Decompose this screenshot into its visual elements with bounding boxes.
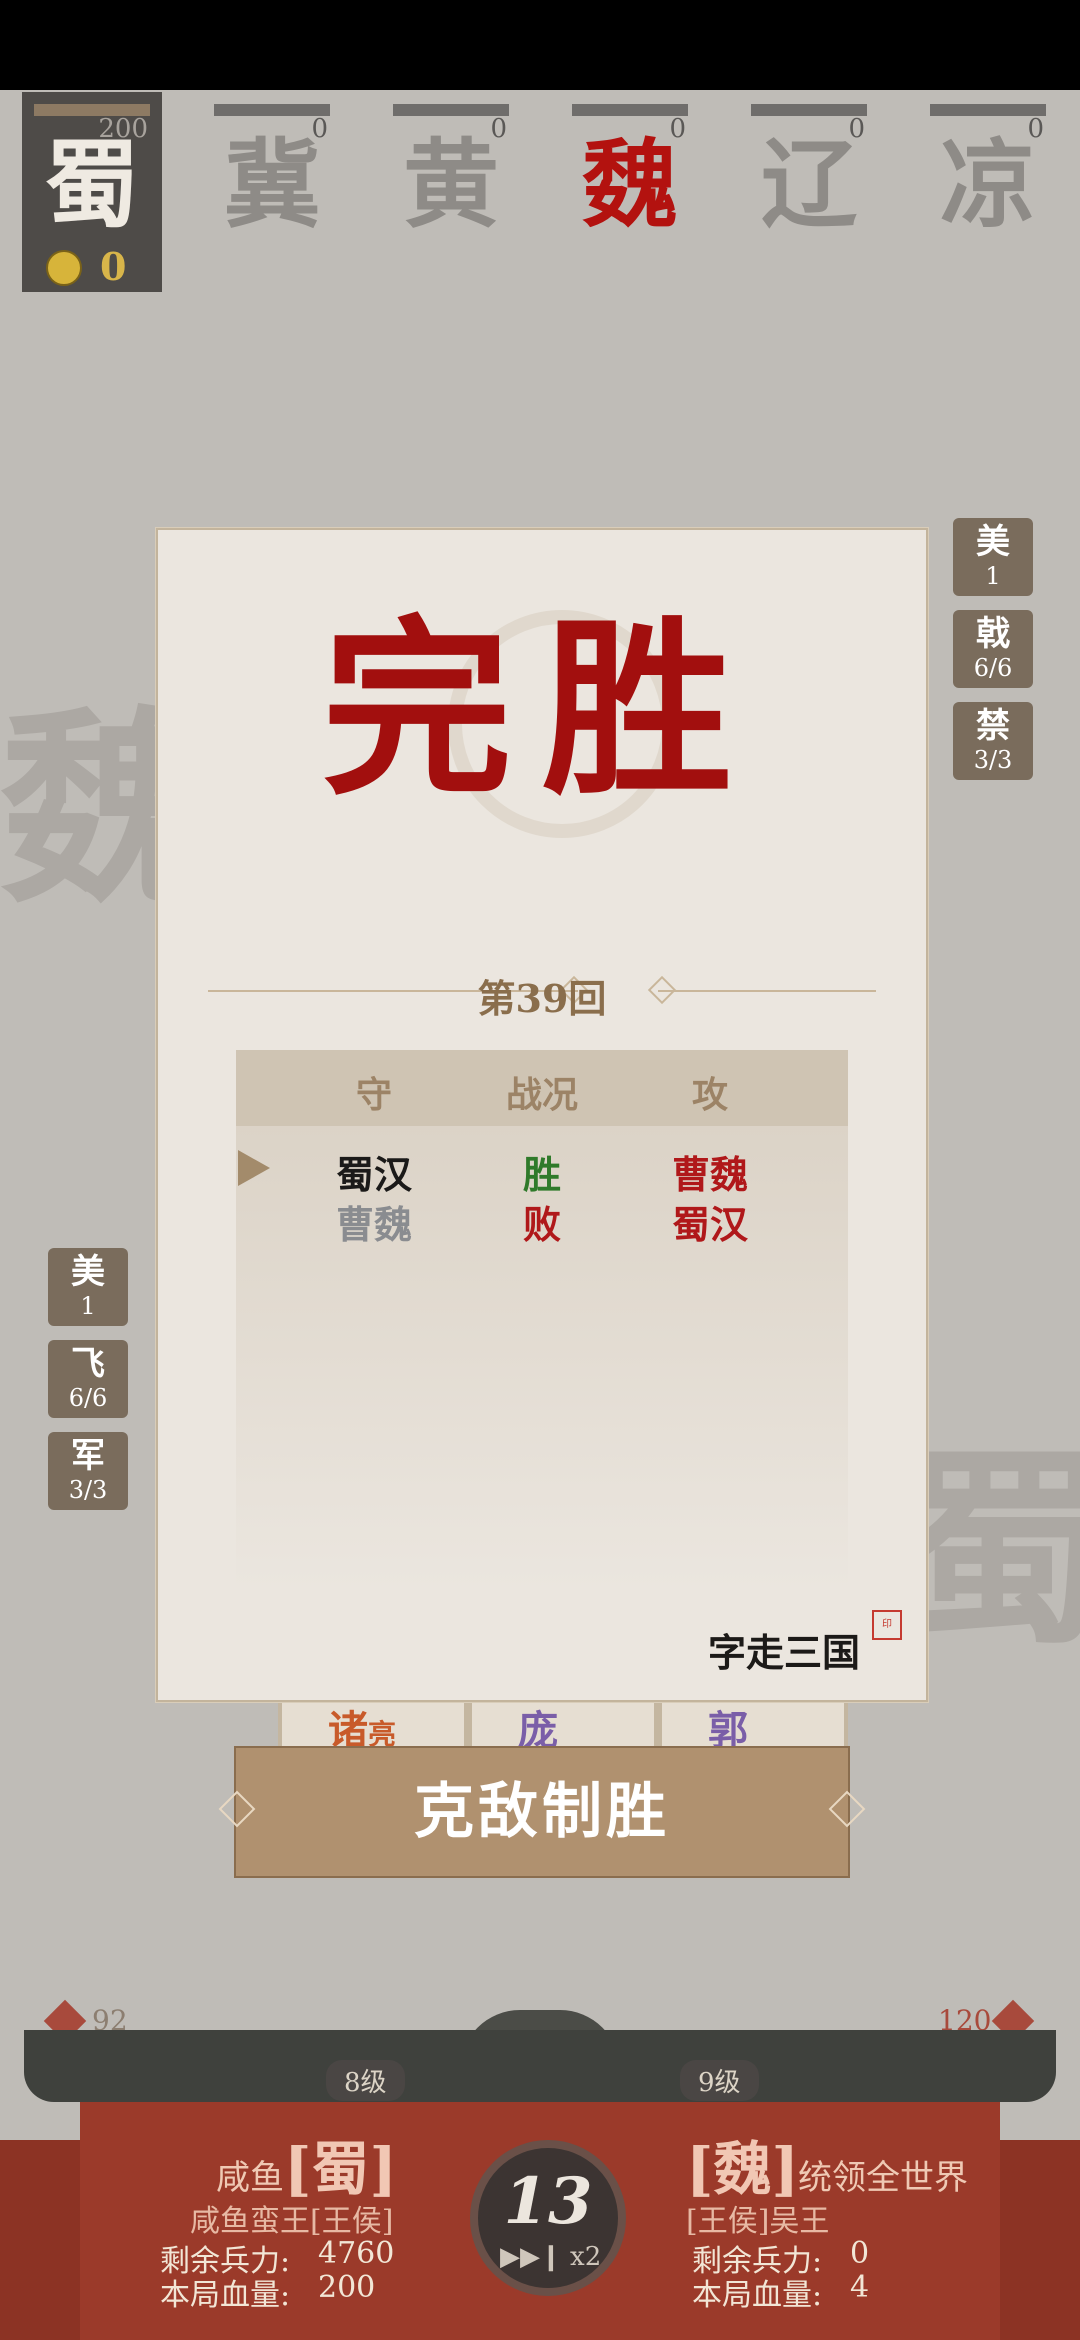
- right-player-title: [王侯]吴王: [686, 2204, 830, 2239]
- player-buff-tag[interactable]: 军 3/3: [48, 1432, 128, 1510]
- row-defend: 曹魏: [335, 1202, 412, 1247]
- current-row-arrow-icon: [238, 1150, 270, 1186]
- panel-side: [1000, 2140, 1080, 2340]
- speed-label: x2: [570, 2242, 602, 2272]
- diamond-ornament-icon: [828, 1790, 866, 1828]
- player-buff-tag[interactable]: 美 1: [48, 1248, 128, 1326]
- tag-value: 6/6: [973, 654, 1013, 682]
- tag-value: 3/3: [973, 746, 1013, 774]
- header-defend: 守: [355, 1074, 392, 1116]
- turn-number: 13: [503, 2164, 593, 2239]
- victory-dialog: 完胜 第39回 守 战况 攻 蜀汉 胜 曹魏 曹魏 败 蜀汉 字走三国 印: [156, 528, 928, 1702]
- confirm-victory-button[interactable]: 克敌制胜: [218, 1746, 866, 1878]
- tag-value: 1: [985, 562, 1001, 590]
- faction-tab-liang[interactable]: 0 凉: [918, 92, 1058, 292]
- tag-label: 军: [71, 1436, 105, 1476]
- tag-label: 美: [976, 522, 1010, 562]
- faction-name: 魏: [582, 128, 678, 241]
- tag-value: 6/6: [68, 1384, 108, 1412]
- right-hp-value: 4: [850, 2270, 870, 2305]
- tag-label: 戟: [976, 614, 1010, 654]
- left-level-badge: 8级: [326, 2060, 405, 2101]
- faction-name: 冀: [224, 128, 320, 241]
- header-attack: 攻: [691, 1074, 728, 1116]
- fast-forward-speed[interactable]: ▶▶❙ x2: [500, 2242, 601, 2272]
- row-defend: 蜀汉: [335, 1152, 412, 1197]
- right-level-badge: 9级: [680, 2060, 759, 2101]
- faction-tab-shu[interactable]: 200 蜀: [22, 92, 162, 292]
- button-label: 克敌制胜: [414, 1777, 670, 1847]
- faction-name: 凉: [940, 128, 1036, 241]
- left-hp-label: 本局血量:: [160, 2278, 291, 2313]
- game-logo: 字走三国: [708, 1630, 861, 1675]
- faction-name: 蜀: [44, 128, 140, 241]
- coin-icon: [46, 250, 82, 286]
- faction-tab-liao[interactable]: 0 辽: [739, 92, 879, 292]
- left-player-faction: [蜀]: [284, 2135, 397, 2203]
- tag-value: 3/3: [68, 1476, 108, 1504]
- row-attack: 曹魏: [671, 1152, 748, 1197]
- tag-label: 美: [71, 1252, 105, 1292]
- coin-count: 0: [100, 244, 127, 289]
- tag-value: 1: [80, 1292, 96, 1320]
- row-status: 胜: [522, 1152, 561, 1197]
- right-player-faction: [魏]: [686, 2135, 799, 2203]
- diamond-ornament-icon: [218, 1790, 256, 1828]
- enemy-buff-tag[interactable]: 戟 6/6: [953, 610, 1033, 688]
- enemy-buff-tag[interactable]: 美 1: [953, 518, 1033, 596]
- table-header: 守 战况 攻: [236, 1050, 848, 1126]
- panel-side: [0, 2140, 80, 2340]
- round-label: 第39回: [477, 976, 607, 1021]
- enemy-buff-tag[interactable]: 禁 3/3: [953, 702, 1033, 780]
- tag-label: 禁: [976, 706, 1010, 746]
- victory-title: 完胜: [321, 598, 762, 821]
- status-bar: [0, 0, 1080, 90]
- right-troops-value: 0: [850, 2236, 870, 2271]
- right-player-nickname: 统领全世界: [798, 2158, 968, 2198]
- faction-tab-huang[interactable]: 0 黄: [381, 92, 521, 292]
- player-buff-tag[interactable]: 飞 6/6: [48, 1340, 128, 1418]
- battle-result-table: 守 战况 攻 蜀汉 胜 曹魏 曹魏 败 蜀汉: [236, 1050, 848, 1590]
- roof-eaves: [24, 2030, 1056, 2102]
- faction-name: 辽: [761, 128, 857, 241]
- faction-name: 黄: [403, 128, 499, 241]
- tag-label: 飞: [71, 1344, 105, 1384]
- left-hp-value: 200: [318, 2270, 376, 2305]
- right-hp-label: 本局血量:: [692, 2278, 823, 2313]
- left-player-nickname: 咸鱼: [216, 2158, 284, 2198]
- left-player-title: 咸鱼蛮王[王侯]: [190, 2204, 394, 2239]
- row-status: 败: [522, 1202, 561, 1247]
- faction-tab-ji[interactable]: 0 冀: [202, 92, 342, 292]
- row-attack: 蜀汉: [671, 1202, 748, 1247]
- faction-tab-wei[interactable]: 0 魏: [560, 92, 700, 292]
- red-stamp-icon: 印: [872, 1610, 902, 1640]
- left-troops-value: 4760: [318, 2236, 395, 2271]
- header-status: 战况: [505, 1074, 578, 1116]
